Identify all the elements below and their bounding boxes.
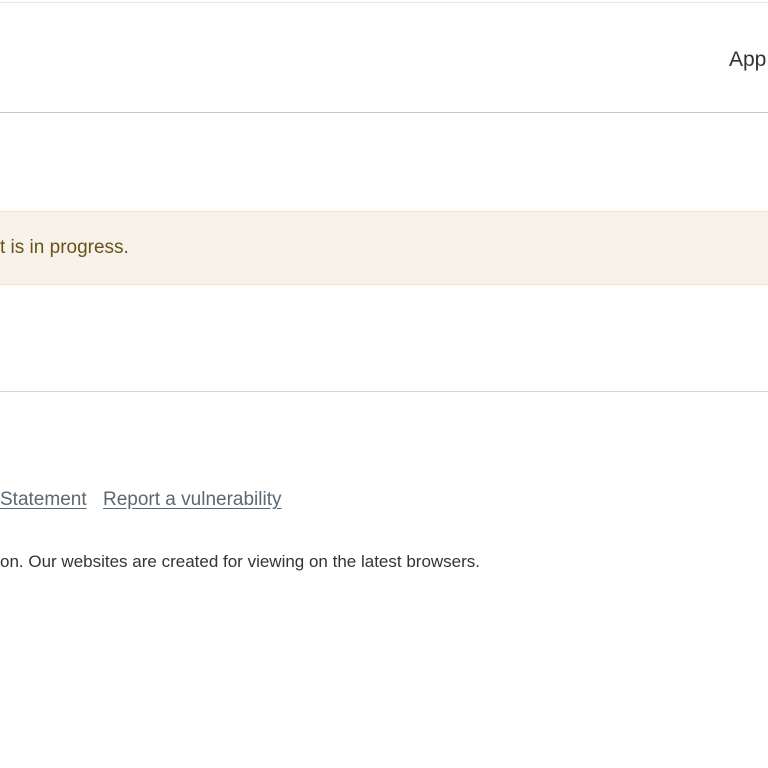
header-nav-link-app[interactable]: App	[729, 47, 766, 73]
footer-link-report-vulnerability[interactable]: Report a vulnerability	[103, 488, 281, 512]
content-divider	[0, 391, 768, 392]
footer-browser-note: on. Our websites are created for viewing…	[0, 552, 481, 571]
page: App t is in progress. Statement Report a…	[0, 0, 768, 768]
site-header: App	[0, 3, 768, 113]
notice-text: t is in progress.	[0, 237, 129, 258]
footer-link-statement[interactable]: Statement	[0, 488, 87, 512]
status-notice-banner: t is in progress.	[0, 211, 768, 285]
